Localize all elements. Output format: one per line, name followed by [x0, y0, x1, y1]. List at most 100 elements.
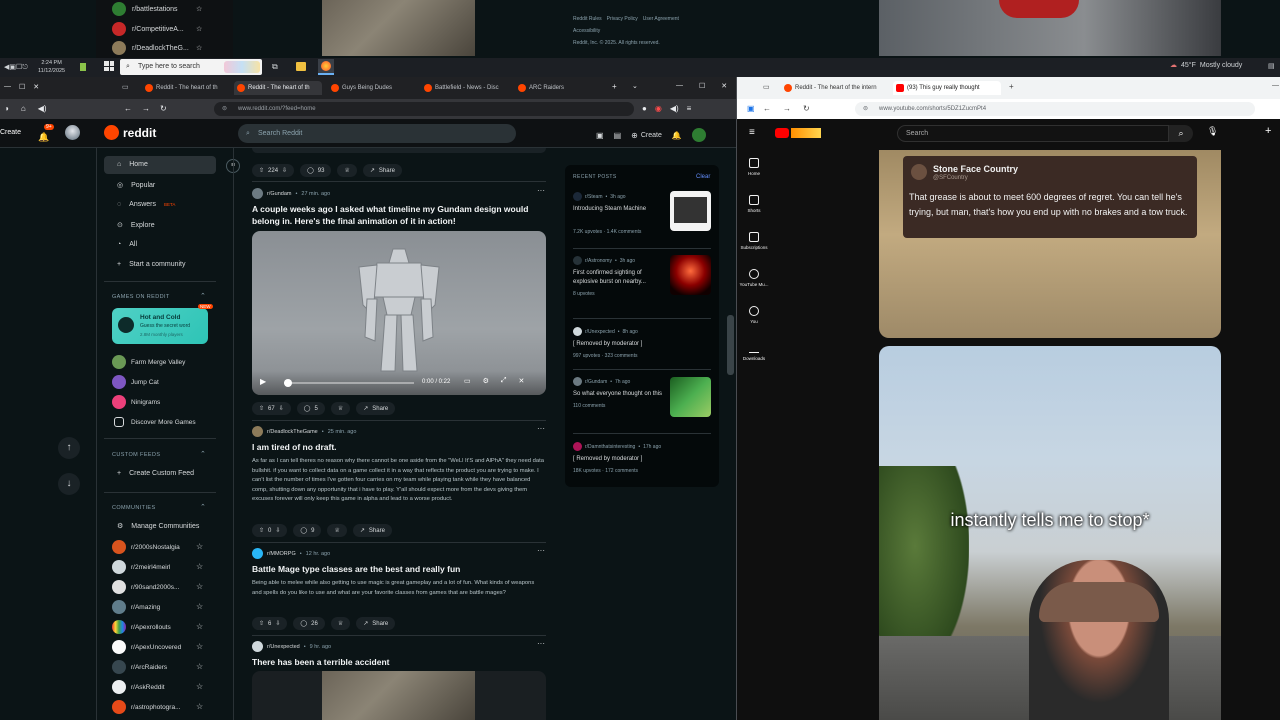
menu-icon[interactable]: ≡: [749, 127, 755, 138]
vote-control[interactable]: ⇧ 6 ⇩: [252, 617, 288, 630]
tab-reddit-active[interactable]: Reddit - The heart of th: [234, 81, 322, 95]
new-tab-icon[interactable]: +: [612, 82, 617, 91]
avatar[interactable]: [691, 128, 706, 142]
vote-control[interactable]: ⇧ 0 ⇩: [252, 524, 288, 537]
extension-icon[interactable]: ◀): [670, 104, 679, 113]
community-item[interactable]: r/battlestations ☆: [112, 2, 202, 16]
downvote-icon[interactable]: ⇩: [282, 167, 287, 174]
extension-icon[interactable]: ◉: [655, 104, 662, 113]
post-subreddit[interactable]: r/MMORPG: [267, 551, 296, 557]
recent-post[interactable]: r/Unexpected • 8h ago [ Removed by moderat…: [573, 327, 665, 359]
post-video[interactable]: ▶ 0:00 / 0:22 ▭ ⚙ ⤢ ✕: [252, 231, 546, 395]
discover-games[interactable]: Discover More Games: [112, 415, 210, 429]
back-icon[interactable]: ←: [763, 104, 771, 113]
youtube-logo-icon[interactable]: [775, 128, 789, 138]
community-item[interactable]: r/DeadlockTheG... ☆: [112, 41, 202, 55]
yt-nav-you[interactable]: You: [737, 306, 771, 324]
scroll-up-button[interactable]: ↑: [58, 437, 80, 459]
more-options-icon[interactable]: ···: [537, 639, 545, 648]
extension-icon[interactable]: ●: [642, 104, 647, 113]
more-options-icon[interactable]: ···: [537, 424, 545, 433]
video-progress-bar[interactable]: [284, 379, 414, 387]
more-options-icon[interactable]: ···: [537, 186, 545, 195]
task-view-icon[interactable]: ⧉: [272, 62, 278, 72]
recent-post[interactable]: r/Damnthatsinteresting • 17h ago [ Removed…: [573, 442, 665, 474]
award-button[interactable]: ♕: [330, 617, 351, 630]
yt-nav-subscriptions[interactable]: Subscriptions: [737, 232, 771, 250]
youtube-doodle[interactable]: [791, 128, 821, 138]
sidebar-item-explore[interactable]: ⊙ Explore: [117, 221, 155, 230]
tab-battlefield[interactable]: Battlefield - News - Disc: [421, 81, 509, 95]
create-custom-feed[interactable]: + Create Custom Feed: [117, 470, 194, 477]
menu-icon[interactable]: ≡: [687, 104, 692, 113]
manage-communities[interactable]: ⚙ Manage Communities: [117, 522, 199, 531]
taskbar-search-input[interactable]: ⌕ Type here to search: [120, 59, 262, 75]
tab-reddit[interactable]: Reddit - The heart of the intern: [781, 81, 889, 95]
reddit-search-input[interactable]: ⌕ Search Reddit: [238, 124, 516, 143]
star-icon[interactable]: ☆: [196, 25, 202, 33]
post-image[interactable]: [252, 671, 546, 720]
share-button[interactable]: ↗ Share: [352, 524, 392, 537]
yt-nav-home[interactable]: Home: [737, 158, 771, 176]
minimize-icon[interactable]: —: [4, 83, 11, 91]
award-button[interactable]: ♕: [327, 524, 347, 537]
home-icon[interactable]: ⌂: [21, 104, 26, 113]
clock[interactable]: 2:24 PM 11/12/2025: [38, 59, 65, 75]
close-icon[interactable]: ✕: [33, 83, 39, 91]
star-icon[interactable]: ☆: [196, 582, 203, 591]
weather-widget[interactable]: ☁ 45°F Mostly cloudy: [1170, 61, 1242, 70]
forward-icon[interactable]: →: [142, 104, 150, 113]
upvote-icon[interactable]: ⇧: [259, 405, 264, 412]
create-icon[interactable]: +: [1265, 125, 1271, 137]
post-title[interactable]: A couple weeks ago I asked what timeline…: [252, 203, 547, 227]
avatar[interactable]: [65, 125, 80, 140]
address-bar[interactable]: ⊜ www.youtube.com/shorts/5DZ1ZucmPt4: [855, 102, 1255, 116]
sidebar-item-answers[interactable]: ◌ Answers BETA: [117, 201, 175, 208]
recent-post[interactable]: r/Steam • 3h ago Introducing Steam Machine…: [573, 192, 665, 235]
sidebar-toggle-icon[interactable]: ▣: [747, 104, 755, 113]
bell-icon[interactable]: 🔔: [672, 131, 682, 140]
star-icon[interactable]: ☆: [196, 682, 203, 691]
award-button[interactable]: ♕: [337, 164, 357, 177]
video-scrubber[interactable]: [284, 379, 292, 387]
vote-control[interactable]: ⇧ 67 ⇩: [252, 402, 291, 415]
upvote-icon[interactable]: ⇧: [259, 167, 264, 174]
star-icon[interactable]: ☆: [196, 622, 203, 631]
create-button-partial[interactable]: Create: [0, 129, 21, 136]
comments-button[interactable]: ◯ 26: [293, 617, 325, 630]
tab-guys-being-dudes[interactable]: Guys Being Dudes: [328, 81, 416, 95]
footer-link[interactable]: Privacy Policy: [607, 16, 638, 22]
settings-icon[interactable]: ⚙: [483, 377, 489, 385]
search-button[interactable]: ⌕: [1169, 125, 1193, 142]
star-icon[interactable]: ☆: [196, 642, 203, 651]
upvote-icon[interactable]: ⇧: [259, 620, 264, 627]
footer-link[interactable]: Reddit Rules: [573, 16, 602, 22]
star-icon[interactable]: ☆: [196, 5, 202, 13]
star-icon[interactable]: ☆: [196, 662, 203, 671]
play-icon[interactable]: ▶: [260, 377, 266, 386]
footer-link[interactable]: User Agreement: [643, 16, 679, 22]
advertise-icon[interactable]: ▣: [596, 131, 604, 140]
maximize-icon[interactable]: ☐: [19, 83, 25, 91]
reddit-logo[interactable]: reddit: [104, 125, 156, 140]
game-item[interactable]: Ninigrams: [112, 395, 210, 409]
tab-youtube-active[interactable]: (93) This guy really thought: [893, 81, 1001, 95]
games-section-header[interactable]: GAMES ON REDDIT: [112, 294, 170, 300]
game-item[interactable]: Farm Merge Valley: [112, 355, 210, 369]
post-title[interactable]: I am tired of no draft.: [252, 441, 547, 453]
file-explorer-icon[interactable]: [296, 62, 306, 71]
create-post-button[interactable]: ⊕ Create: [631, 131, 662, 140]
tab-search-icon[interactable]: ⌄: [632, 82, 638, 90]
close-icon[interactable]: ✕: [721, 82, 727, 90]
communities-header[interactable]: COMMUNITIES: [112, 505, 156, 511]
game-item[interactable]: Jump Cat: [112, 375, 210, 389]
address-bar[interactable]: ⊜ www.reddit.com/?feed=home: [214, 102, 634, 116]
award-button[interactable]: ♕: [330, 402, 351, 415]
minimize-icon[interactable]: —: [1272, 82, 1279, 89]
reload-icon[interactable]: ↻: [160, 104, 167, 113]
tray-chevron-icon[interactable]: ▤: [1268, 62, 1275, 70]
sidebar-item-start-community[interactable]: + Start a community: [117, 261, 186, 268]
firefox-taskbar-button[interactable]: [318, 59, 334, 75]
recent-post[interactable]: r/Gundam • 7h ago So what everyone thought…: [573, 377, 665, 409]
captions-icon[interactable]: ▭: [464, 377, 471, 385]
